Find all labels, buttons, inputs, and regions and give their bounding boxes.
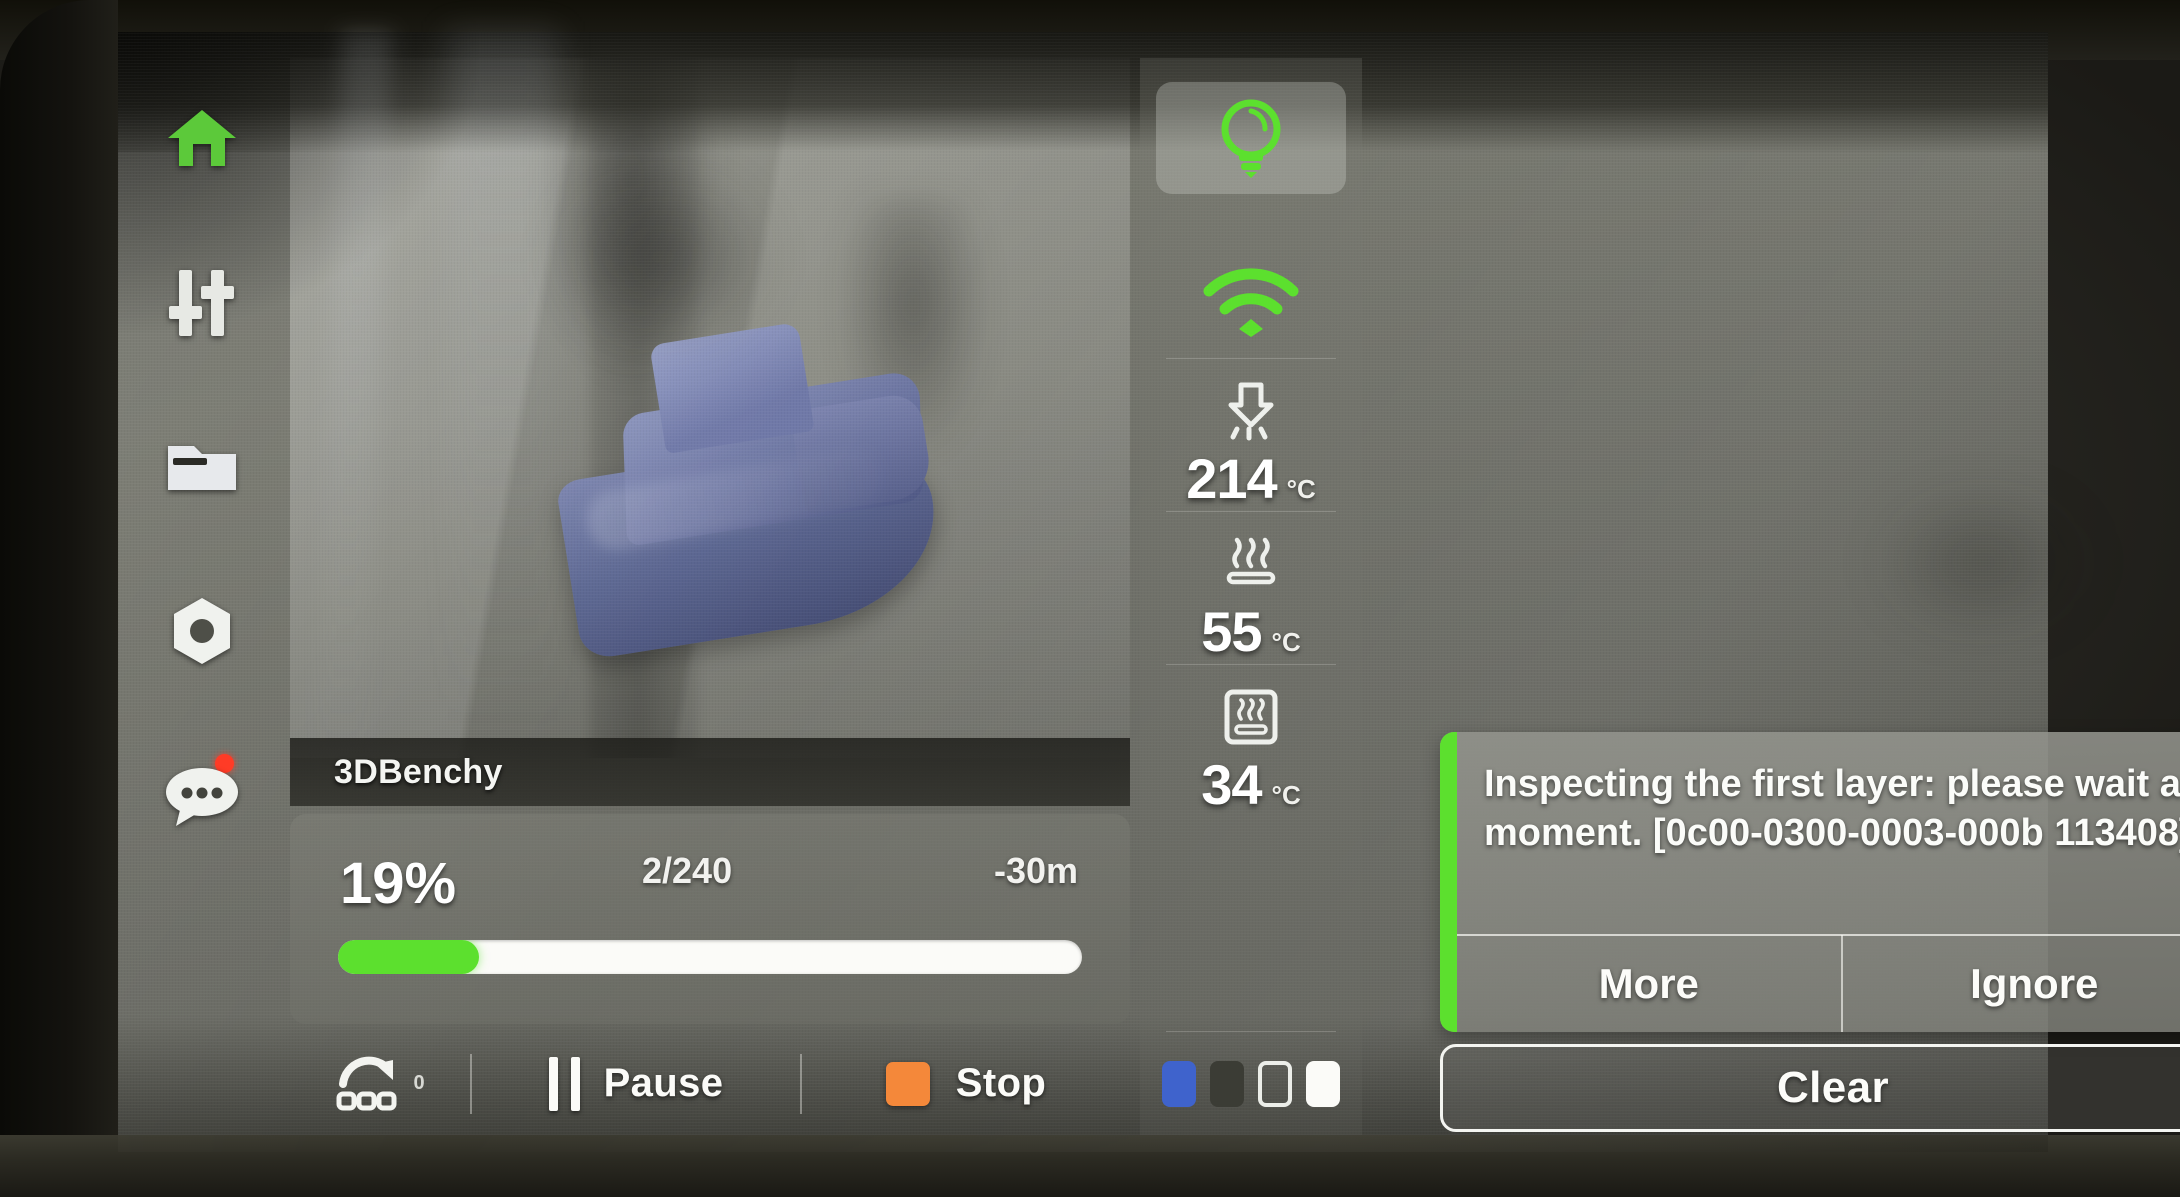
chamber-icon xyxy=(1222,686,1280,748)
status-column: 214 °C 55 °C 34 °C xyxy=(1140,58,1362,1135)
stop-button[interactable]: Stop xyxy=(802,1032,1130,1135)
notification-ignore-button[interactable]: Ignore xyxy=(1843,960,2180,1008)
device-bezel-left xyxy=(0,0,118,1197)
sidebar-item-messages[interactable] xyxy=(154,754,250,834)
divider xyxy=(1166,664,1336,665)
page-title: 3DBenchy xyxy=(334,752,503,791)
ams-filament-slots[interactable] xyxy=(1140,1032,1362,1135)
ams-slot-2[interactable] xyxy=(1210,1060,1244,1107)
printer-touchscreen-device: 3DBenchy 19% 2/240 -30m 0 Pause Stop 214… xyxy=(0,0,2180,1197)
divider xyxy=(1166,511,1336,512)
notification-accent-bar xyxy=(1440,732,1457,1032)
pause-button[interactable]: Pause xyxy=(472,1032,800,1135)
bed-temp-number: 55 xyxy=(1201,600,1262,663)
notification-actions: More Ignore xyxy=(1457,934,2180,1032)
notification-dialog: Inspecting the first layer: please wait … xyxy=(1440,732,2180,1032)
print-speed-icon xyxy=(335,1050,403,1117)
nozzle-temp-number: 214 xyxy=(1186,447,1277,510)
ams-slot-1[interactable] xyxy=(1162,1060,1196,1107)
clear-button-label: Clear xyxy=(1776,1063,1890,1112)
ams-slot-3[interactable] xyxy=(1258,1060,1292,1107)
lightbulb-icon xyxy=(1212,93,1290,184)
chamber-temp-unit: °C xyxy=(1271,780,1301,810)
divider xyxy=(1166,358,1336,359)
wifi-icon xyxy=(1201,265,1301,342)
lcd-screen: 3DBenchy 19% 2/240 -30m 0 Pause Stop 214… xyxy=(118,32,2180,1152)
gear-icon xyxy=(166,595,238,667)
stop-square-icon xyxy=(885,1061,930,1106)
folder-icon xyxy=(164,438,240,496)
stop-button-label: Stop xyxy=(955,1061,1047,1105)
wifi-status[interactable] xyxy=(1201,248,1301,358)
sidebar-nav xyxy=(118,32,286,1135)
nozzle-temp-unit: °C xyxy=(1286,474,1316,504)
chamber-camera-preview[interactable] xyxy=(290,58,1130,758)
print-progress-stats: 19% 2/240 -30m xyxy=(290,850,1130,920)
remaining-time: -30m xyxy=(993,850,1078,891)
print-speed-button[interactable]: 0 xyxy=(290,1032,470,1135)
ams-slot-4[interactable] xyxy=(1306,1060,1340,1107)
notification-more-button[interactable]: More xyxy=(1457,960,1841,1008)
model-name-bar: 3DBenchy xyxy=(290,738,1130,806)
sidebar-item-home[interactable] xyxy=(154,100,250,178)
notification-message: Inspecting the first layer: please wait … xyxy=(1484,763,2180,855)
layer-counter: 2/240 xyxy=(642,850,733,891)
sidebar-item-controls[interactable] xyxy=(154,264,250,342)
screen-glare-blob xyxy=(1878,492,2088,632)
preview-glass-reflection xyxy=(290,58,1130,758)
device-bezel-bottom xyxy=(0,1135,2180,1197)
print-progress-card: 19% 2/240 -30m xyxy=(290,814,1130,1024)
nozzle-icon xyxy=(1223,380,1279,442)
chat-bubble-icon xyxy=(162,764,242,826)
sliders-icon xyxy=(165,266,239,340)
progress-percent: 19% xyxy=(340,851,457,916)
progress-bar-fill xyxy=(338,940,480,974)
bed-temp-unit: °C xyxy=(1271,627,1301,657)
bed-temperature[interactable]: 55 °C xyxy=(1140,511,1362,664)
pause-icon xyxy=(548,1056,580,1111)
print-speed-value: 0 xyxy=(413,1072,425,1094)
heated-bed-icon xyxy=(1221,533,1281,595)
nozzle-temp-value: 214 °C xyxy=(1186,446,1316,511)
chamber-light-toggle[interactable] xyxy=(1156,82,1346,194)
chamber-temp-number: 34 xyxy=(1201,753,1262,816)
progress-bar-track xyxy=(338,940,1082,974)
sidebar-item-files[interactable] xyxy=(154,428,250,506)
chamber-temperature[interactable]: 34 °C xyxy=(1140,664,1362,817)
nozzle-temperature[interactable]: 214 °C xyxy=(1140,358,1362,511)
chamber-temp-value: 34 °C xyxy=(1201,752,1300,817)
bed-temp-value: 55 °C xyxy=(1201,599,1300,664)
clear-button[interactable]: Clear xyxy=(1440,1044,2180,1132)
transport-controls: 0 Pause Stop xyxy=(290,1032,1130,1135)
sidebar-item-settings[interactable] xyxy=(154,592,250,670)
home-icon xyxy=(165,108,239,170)
pause-button-label: Pause xyxy=(603,1061,724,1105)
